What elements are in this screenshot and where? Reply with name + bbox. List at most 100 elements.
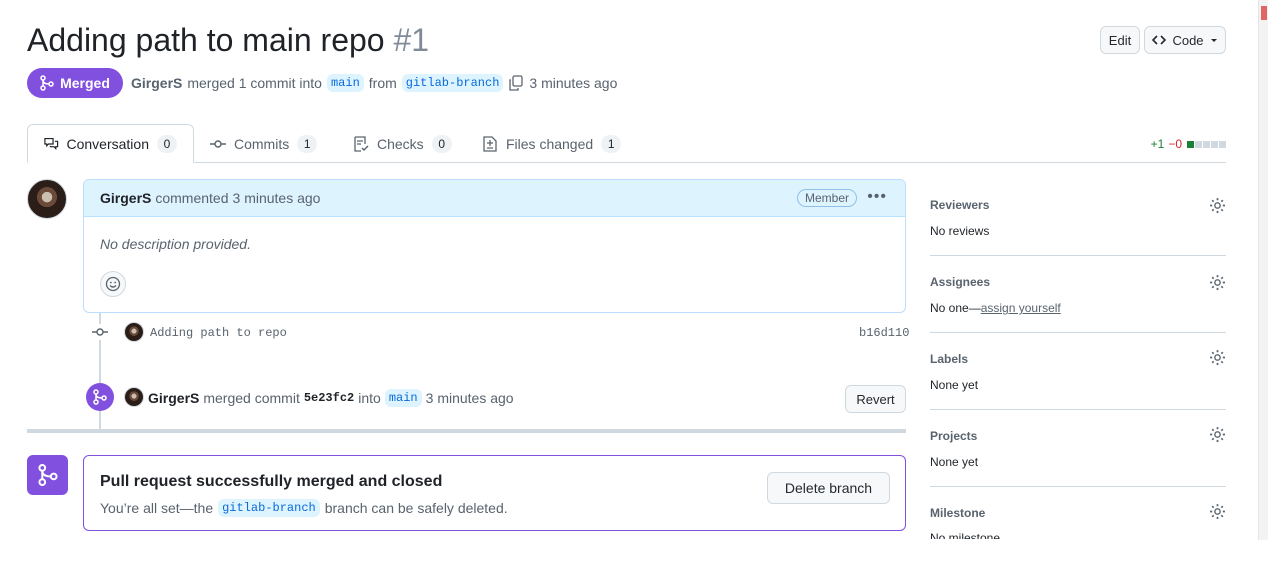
merge-event-text2: into — [358, 390, 381, 406]
checklist-icon — [354, 135, 369, 152]
comment-body: No description provided. — [100, 236, 251, 252]
edit-button-label: Edit — [1108, 32, 1132, 48]
delete-branch-label: Delete branch — [784, 480, 873, 496]
merged-status-badge: Merged — [27, 68, 123, 98]
sidebar-divider — [930, 255, 1226, 256]
labels-value: None yet — [930, 378, 979, 392]
diffstat-deletions: −0 — [1168, 137, 1182, 151]
merge-event-avatar[interactable] — [124, 387, 144, 407]
gear-icon[interactable] — [1209, 274, 1226, 291]
window-edge — [1258, 0, 1268, 540]
smiley-icon — [105, 276, 121, 292]
tab-checks-count: 0 — [431, 134, 452, 153]
delete-branch-button[interactable]: Delete branch — [767, 472, 890, 504]
pr-meta: GirgerS merged 1 commit into main from g… — [131, 74, 617, 92]
sidebar-divider — [930, 486, 1226, 487]
tab-commits-count: 1 — [297, 134, 318, 153]
from-text: from — [368, 75, 397, 91]
tab-conversation[interactable]: Conversation 0 — [27, 124, 194, 163]
git-merge-icon — [37, 464, 58, 486]
comment-header: GirgerS commented 3 minutes ago Member •… — [84, 180, 905, 217]
base-branch[interactable]: main — [326, 74, 364, 92]
page-bottom-blank — [0, 540, 1268, 578]
tab-files-changed-label: Files changed — [506, 135, 594, 152]
assignees-heading: Assignees — [930, 275, 991, 289]
milestone-value: No milestone — [930, 531, 1001, 539]
assign-yourself-link[interactable]: assign yourself — [981, 301, 1061, 315]
pr-title-text: Adding path to main repo — [27, 22, 385, 58]
labels-heading: Labels — [930, 352, 969, 366]
diffstat-boxes — [1186, 137, 1226, 151]
git-merge-icon — [93, 389, 107, 405]
head-branch[interactable]: gitlab-branch — [401, 74, 504, 92]
merged-text: merged 1 commit into — [187, 75, 322, 91]
diffstat-box-neutral — [1195, 141, 1202, 148]
merge-event-badge — [86, 383, 114, 411]
gear-icon[interactable] — [1209, 503, 1226, 520]
milestone-value-clip: No milestone — [930, 530, 1230, 539]
tab-conversation-label: Conversation — [66, 135, 150, 152]
revert-button-label: Revert — [856, 391, 895, 407]
assignees-prefix: No one— — [930, 301, 981, 315]
pr-number: #1 — [393, 22, 430, 58]
merge-event-time[interactable]: 3 minutes ago — [426, 390, 514, 406]
diffstat-additions: +1 — [1150, 137, 1165, 151]
merged-badge-label: Merged — [60, 75, 110, 91]
tab-checks[interactable]: Checks 0 — [353, 124, 452, 163]
commit-sha[interactable]: b16d110 — [859, 326, 909, 340]
pr-title: Adding path to main repo #1 — [27, 22, 429, 59]
merged-box-title: Pull request successfully merged and clo… — [100, 473, 443, 490]
gear-icon[interactable] — [1209, 426, 1226, 443]
caret-down-icon — [1210, 39, 1217, 42]
merged-icon-box — [27, 455, 68, 495]
edit-button[interactable]: Edit — [1100, 26, 1140, 54]
gear-icon[interactable] — [1209, 349, 1226, 366]
copy-icon[interactable] — [508, 75, 524, 91]
diffstat-box-add — [1187, 141, 1194, 148]
projects-value: None yet — [930, 455, 979, 469]
member-badge: Member — [796, 189, 857, 207]
reviewers-value: No reviews — [930, 224, 990, 238]
comment-time[interactable]: 3 minutes ago — [233, 190, 321, 206]
gear-icon[interactable] — [1209, 197, 1226, 214]
kebab-menu-icon[interactable]: ••• — [867, 188, 887, 206]
git-merge-icon — [40, 75, 54, 91]
merge-event-branch[interactable]: main — [384, 389, 422, 407]
comment-action: commented — [155, 190, 229, 206]
merged-desc-branch[interactable]: gitlab-branch — [218, 499, 320, 517]
tab-conversation-count: 0 — [157, 134, 177, 153]
merge-event-sha[interactable]: 5e23fc2 — [304, 391, 354, 405]
tab-files-changed[interactable]: Files changed 1 — [482, 124, 622, 163]
comment-author[interactable]: GirgerS — [100, 190, 151, 206]
edge-marker — [1261, 6, 1267, 20]
reviewers-heading: Reviewers — [930, 198, 990, 212]
diffstat-box-neutral — [1219, 141, 1226, 148]
diffstat-box-neutral — [1211, 141, 1218, 148]
diffstat: +1 −0 — [1151, 137, 1226, 151]
merged-box-desc: You’re all set—the gitlab-branch branch … — [100, 499, 508, 517]
add-reaction-button[interactable] — [100, 271, 126, 297]
tab-commits[interactable]: Commits 1 — [210, 124, 318, 163]
merged-desc-prefix: You’re all set—the — [100, 500, 214, 516]
commit-icon — [92, 324, 108, 340]
tab-files-changed-count: 1 — [601, 134, 622, 153]
pr-author-link[interactable]: GirgerS — [131, 75, 182, 91]
commit-avatar[interactable] — [124, 322, 144, 342]
merge-event-text1: merged commit — [203, 390, 300, 406]
tab-checks-label: Checks — [377, 135, 424, 152]
milestone-heading: Milestone — [930, 506, 986, 520]
file-diff-icon — [483, 135, 497, 152]
diffstat-box-neutral — [1203, 141, 1210, 148]
tabs-divider — [27, 162, 1226, 163]
merge-event-author[interactable]: GirgerS — [148, 390, 199, 406]
merged-status-box: Pull request successfully merged and clo… — [83, 455, 906, 531]
assignees-value: No one—assign yourself — [930, 301, 1061, 315]
commit-message[interactable]: Adding path to repo — [150, 326, 287, 340]
code-button[interactable]: Code — [1144, 26, 1226, 54]
commit-icon — [210, 139, 226, 148]
revert-button[interactable]: Revert — [845, 385, 906, 413]
sidebar-divider — [930, 409, 1226, 410]
avatar[interactable] — [27, 179, 67, 219]
merged-desc-suffix: branch can be safely deleted. — [324, 500, 508, 516]
code-icon — [1152, 35, 1167, 45]
